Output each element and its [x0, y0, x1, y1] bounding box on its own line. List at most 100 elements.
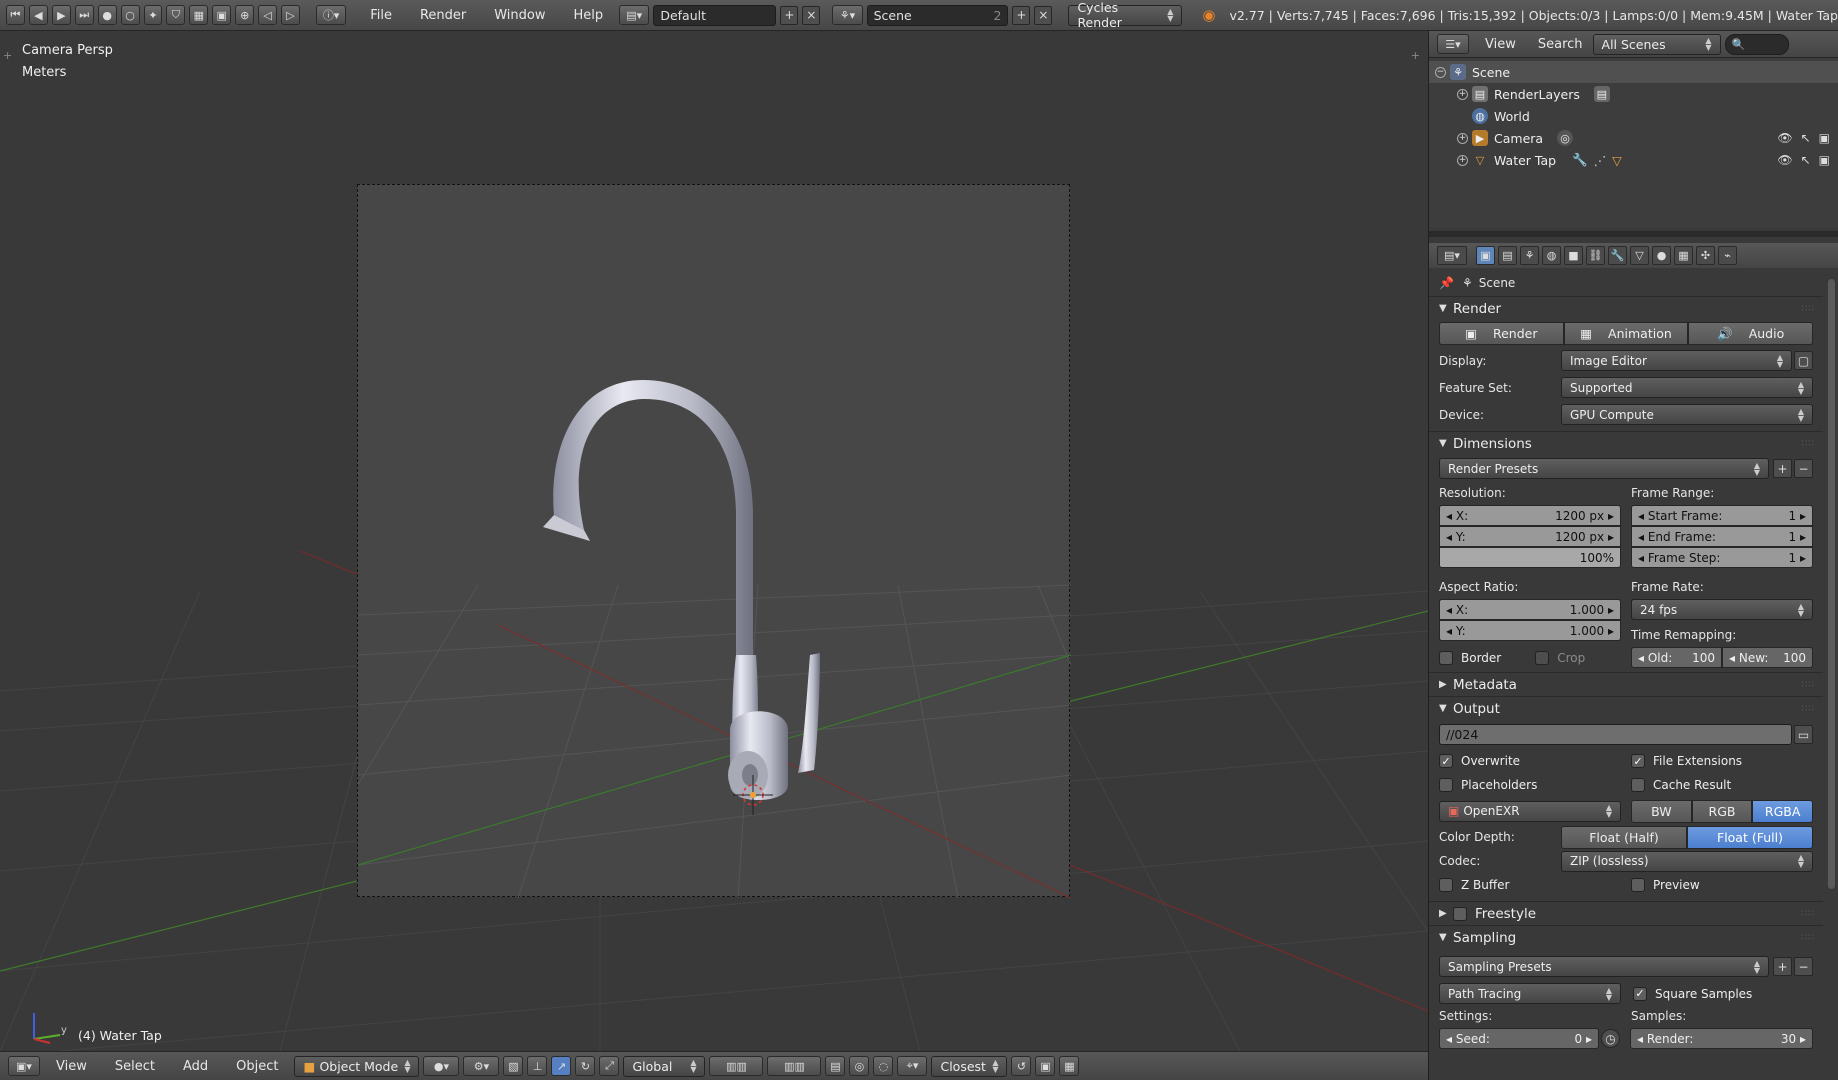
particles-tab-icon[interactable]: ✣: [1696, 246, 1715, 265]
render-icon[interactable]: ▣: [212, 5, 232, 25]
float-half-toggle[interactable]: Float (Half): [1561, 825, 1687, 849]
add-layout-icon[interactable]: +: [780, 5, 799, 25]
translate-icon[interactable]: ↗: [551, 1056, 572, 1076]
outliner-item-scene[interactable]: − ⚘ Scene: [1429, 61, 1838, 83]
area-divider[interactable]: [1429, 231, 1838, 237]
scene-tab-icon[interactable]: ⚘: [1520, 246, 1539, 265]
record-icon[interactable]: ●: [97, 5, 117, 25]
resolution-x-field[interactable]: ◂ X: 1200 px ▸: [1439, 505, 1621, 526]
layout-field[interactable]: Default: [653, 4, 777, 26]
constraints-tab-icon[interactable]: ⛓: [1586, 246, 1605, 265]
rgb-toggle[interactable]: RGB: [1691, 799, 1753, 823]
cache-result-checkbox[interactable]: Cache Result: [1631, 778, 1731, 792]
float-full-toggle[interactable]: Float (Full): [1687, 825, 1813, 849]
aspect-y-field[interactable]: ◂ Y: 1.000 ▸: [1439, 620, 1621, 641]
display-dropdown[interactable]: Image Editor ▲ ▼: [1561, 350, 1792, 371]
checker-icon[interactable]: ▦: [189, 5, 209, 25]
resolution-percentage-slider[interactable]: 100%: [1439, 547, 1621, 568]
falloff-icon[interactable]: ◌: [873, 1056, 894, 1076]
modifiers-tab-icon[interactable]: 🔧: [1608, 246, 1627, 265]
resolution-y-field[interactable]: ◂ Y: 1200 px ▸: [1439, 526, 1621, 547]
folder-icon[interactable]: ▭: [1794, 725, 1813, 744]
outliner-item-water-tap[interactable]: + ▽ Water Tap 🔧 ⋰ ▽ 👁 ↖ ▣: [1429, 149, 1838, 171]
snap-icon[interactable]: ⌖▾: [897, 1056, 928, 1076]
rgba-toggle[interactable]: RGBA: [1752, 799, 1814, 823]
world-tab-icon[interactable]: ◍: [1542, 246, 1561, 265]
panel-sampling-header[interactable]: ▼ Sampling ∷∷: [1429, 925, 1823, 949]
3d-viewport[interactable]: + + Camera Persp Meters y (4) Water Tap: [0, 31, 1428, 1051]
proportional-icon[interactable]: ◎: [849, 1056, 870, 1076]
crop-checkbox[interactable]: Crop: [1535, 651, 1585, 665]
remove-preset-icon[interactable]: −: [1794, 957, 1813, 976]
grip-icon[interactable]: ∷∷: [1802, 704, 1815, 714]
opengl-anim-icon[interactable]: ▦: [1059, 1056, 1080, 1076]
physics-tab-icon[interactable]: ⌁: [1718, 246, 1737, 265]
render-layers-tab-icon[interactable]: ▤: [1498, 246, 1517, 265]
info-editor-icon[interactable]: ⓘ▾: [315, 5, 347, 25]
expand-icon[interactable]: +: [1457, 88, 1468, 100]
plus-circle-icon[interactable]: ⊕: [235, 5, 255, 25]
outliner-editor-icon[interactable]: ☰▾: [1437, 34, 1469, 54]
arrow-left-icon[interactable]: ◁: [258, 5, 278, 25]
frame-rate-dropdown[interactable]: 24 fps ▲ ▼: [1631, 599, 1813, 620]
editor-type-icon[interactable]: ▣▾: [8, 1056, 40, 1076]
data-tab-icon[interactable]: ▽: [1630, 246, 1649, 265]
remove-preset-icon[interactable]: −: [1794, 459, 1813, 478]
jump-end-icon[interactable]: ⏭: [74, 5, 94, 25]
remove-scene-icon[interactable]: ×: [1034, 5, 1053, 25]
render-tab-icon[interactable]: ▣: [1476, 246, 1495, 265]
outliner-menu-view[interactable]: View: [1473, 37, 1528, 52]
integrator-dropdown[interactable]: Path Tracing ▲ ▼: [1439, 983, 1621, 1004]
render-engine-dropdown[interactable]: Cycles Render ▲ ▼: [1068, 0, 1183, 30]
panel-freestyle-header[interactable]: ▶ Freestyle ∷∷: [1429, 901, 1823, 925]
remove-layout-icon[interactable]: ×: [802, 5, 821, 25]
scene-icon[interactable]: ⚘▾: [832, 5, 863, 25]
clock-icon[interactable]: ◷: [1601, 1029, 1620, 1048]
properties-editor-icon[interactable]: ▤▾: [1437, 246, 1467, 265]
feature-set-dropdown[interactable]: Supported ▲ ▼: [1561, 377, 1813, 398]
square-samples-checkbox[interactable]: ✓ Square Samples: [1633, 986, 1752, 1001]
menu-render[interactable]: Render: [408, 8, 478, 23]
menu-help[interactable]: Help: [562, 8, 616, 23]
snap-target-dropdown[interactable]: Closest ▲ ▼: [931, 1055, 1008, 1077]
outliner-item-world[interactable]: ◍ World: [1429, 105, 1838, 127]
aspect-x-field[interactable]: ◂ X: 1.000 ▸: [1439, 599, 1621, 620]
expand-icon[interactable]: +: [1457, 132, 1468, 144]
preview-checkbox[interactable]: Preview: [1631, 878, 1700, 892]
object-tab-icon[interactable]: ■: [1564, 246, 1583, 265]
grip-icon[interactable]: ∷∷: [1802, 439, 1815, 449]
render-camera-icon[interactable]: ▣: [1819, 131, 1830, 145]
new-icon[interactable]: ✦: [143, 5, 163, 25]
device-dropdown[interactable]: GPU Compute ▲ ▼: [1561, 404, 1813, 425]
expand-icon[interactable]: +: [1457, 154, 1468, 166]
render-button[interactable]: ▣ Render: [1439, 322, 1564, 345]
layers-icon[interactable]: ▥▥: [767, 1056, 822, 1076]
sampling-presets-dropdown[interactable]: Sampling Presets ▲ ▼: [1439, 956, 1769, 977]
end-frame-field[interactable]: ◂ End Frame: 1 ▸: [1631, 526, 1813, 547]
corner-plus-icon[interactable]: +: [1411, 49, 1420, 62]
add-preset-icon[interactable]: +: [1773, 957, 1792, 976]
remap-old-field[interactable]: ◂ Old: 100: [1631, 647, 1722, 668]
render-layer-icon[interactable]: ▤: [825, 1056, 846, 1076]
render-camera-icon[interactable]: ▣: [1819, 153, 1830, 167]
outliner-item-camera[interactable]: + ▶ Camera ◎ 👁 ↖ ▣: [1429, 127, 1838, 149]
file-format-dropdown[interactable]: ▣ OpenEXR ▲ ▼: [1439, 800, 1621, 822]
border-checkbox[interactable]: Border: [1439, 651, 1501, 665]
scene-field[interactable]: Scene 2: [866, 4, 1009, 26]
grip-icon[interactable]: ∷∷: [1802, 304, 1815, 314]
panel-dimensions-header[interactable]: ▼ Dimensions ∷∷: [1429, 431, 1823, 455]
pin-icon[interactable]: 📌: [1439, 276, 1454, 290]
grip-icon[interactable]: ∷∷: [1802, 909, 1815, 919]
outliner-menu-search[interactable]: Search: [1532, 37, 1589, 52]
opengl-render-icon[interactable]: ▣: [1035, 1056, 1056, 1076]
material-tab-icon[interactable]: ●: [1652, 246, 1671, 265]
panel-output-header[interactable]: ▼ Output ∷∷: [1429, 696, 1823, 720]
cursor-icon[interactable]: ↖: [1801, 153, 1811, 167]
add-scene-icon[interactable]: +: [1012, 5, 1031, 25]
file-extensions-checkbox[interactable]: ✓ File Extensions: [1631, 754, 1742, 768]
arrow-right-icon[interactable]: ▷: [281, 5, 300, 25]
menu-select[interactable]: Select: [103, 1059, 167, 1074]
pivot-icon[interactable]: ⚙▾: [463, 1056, 500, 1076]
menu-add[interactable]: Add: [171, 1059, 220, 1074]
orientation-dropdown[interactable]: Global ▲ ▼: [623, 1055, 706, 1077]
